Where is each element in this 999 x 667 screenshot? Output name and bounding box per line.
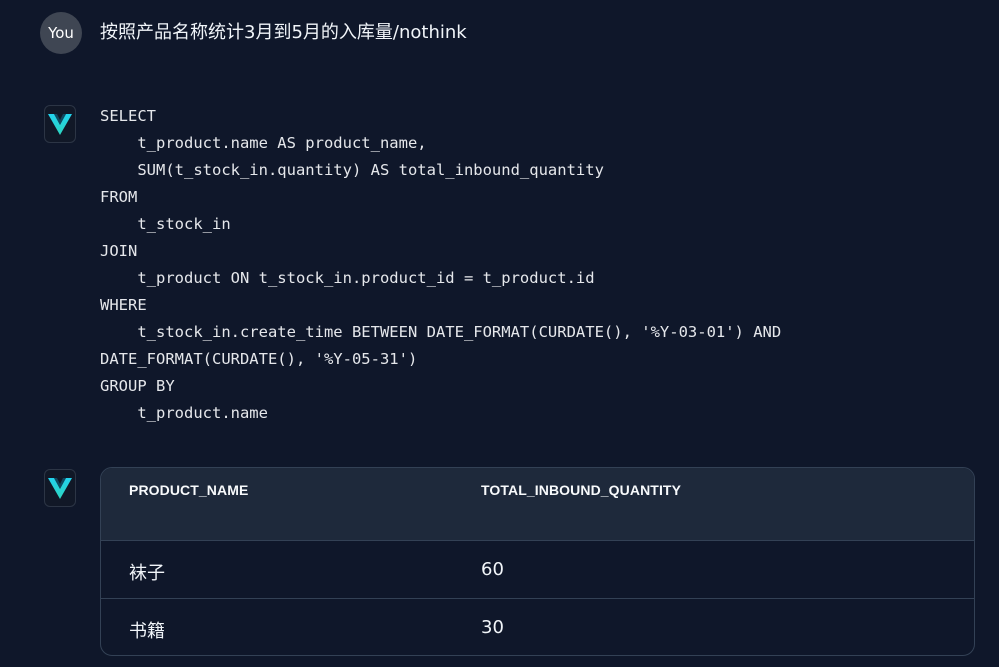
- result-table: PRODUCT_NAME TOTAL_INBOUND_QUANTITY 袜子 6…: [100, 467, 975, 656]
- user-avatar: You: [40, 12, 82, 54]
- v-logo-icon: [48, 478, 72, 499]
- chat-page: You 按照产品名称统计3月到5月的入库量/nothink SELECT t_p…: [0, 0, 999, 667]
- code-line: JOIN: [100, 242, 138, 260]
- code-line: t_stock_in.create_time BETWEEN DATE_FORM…: [100, 323, 782, 341]
- v-logo-icon: [48, 114, 72, 135]
- code-line: t_product ON t_stock_in.product_id = t_p…: [100, 269, 595, 287]
- sql-code-block: SELECT t_product.name AS product_name, S…: [100, 103, 781, 427]
- code-line: WHERE: [100, 296, 147, 314]
- assistant-avatar: [44, 105, 76, 143]
- code-line: DATE_FORMAT(CURDATE(), '%Y-05-31'): [100, 350, 418, 368]
- table-header: PRODUCT_NAME TOTAL_INBOUND_QUANTITY: [101, 468, 974, 541]
- table-row: 书籍 30: [101, 599, 974, 655]
- code-line: t_product.name AS product_name,: [100, 134, 427, 152]
- column-header-total-inbound-quantity: TOTAL_INBOUND_QUANTITY: [481, 482, 682, 498]
- assistant-avatar: [44, 469, 76, 507]
- code-line: FROM: [100, 188, 138, 206]
- code-line: SELECT: [100, 107, 156, 125]
- code-line: GROUP BY: [100, 377, 175, 395]
- code-line: t_product.name: [100, 404, 268, 422]
- code-line: SUM(t_stock_in.quantity) AS total_inboun…: [100, 161, 604, 179]
- table-row: 袜子 60: [101, 541, 974, 599]
- cell-total-inbound-quantity: 30: [481, 617, 504, 638]
- cell-total-inbound-quantity: 60: [481, 559, 504, 580]
- code-line: t_stock_in: [100, 215, 231, 233]
- column-header-product-name: PRODUCT_NAME: [129, 482, 249, 498]
- user-message: 按照产品名称统计3月到5月的入库量/nothink: [100, 22, 467, 43]
- cell-product-name: 袜子: [129, 563, 165, 584]
- cell-product-name: 书籍: [129, 621, 165, 642]
